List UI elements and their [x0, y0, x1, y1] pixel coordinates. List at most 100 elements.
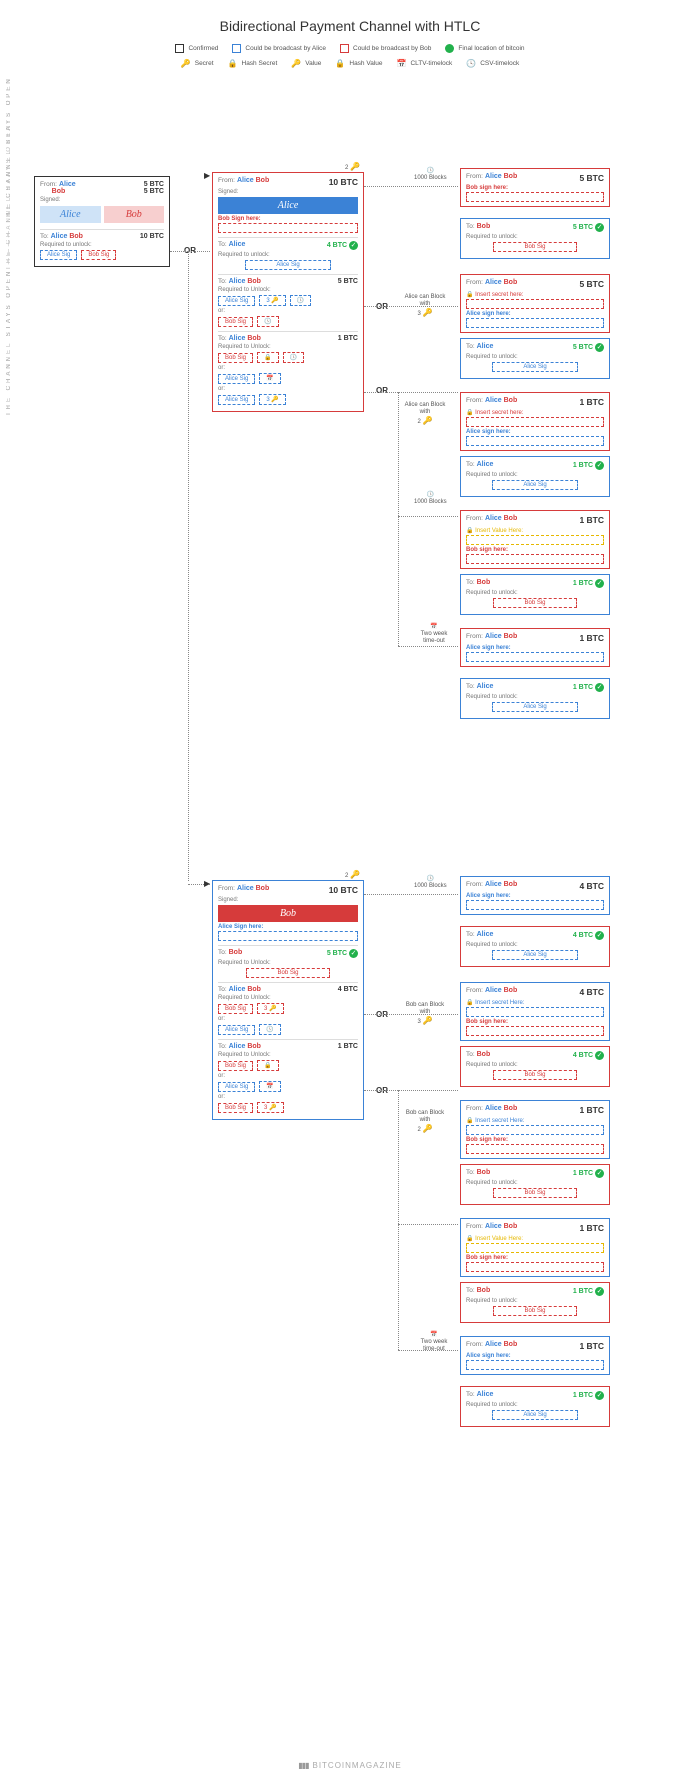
- bob-sig-banner: Bob: [218, 905, 358, 922]
- alice-sig-pill: Alice Sig: [218, 296, 255, 306]
- secret-slot: [466, 417, 604, 427]
- bob-sig-pill: Bob Sig: [493, 242, 576, 252]
- btc-amount: 5 BTC: [338, 278, 358, 285]
- check-icon: ✓: [595, 579, 604, 588]
- legend-value: Value: [305, 60, 321, 67]
- to-name: Alice: [477, 461, 494, 468]
- btc-amount: 5 BTC: [579, 279, 604, 289]
- or-connector: OR: [376, 386, 388, 395]
- from-bob: Bob: [504, 279, 518, 286]
- alice-sig-pill: Alice Sig: [492, 480, 577, 490]
- btc-amount: 5 BTC: [579, 173, 604, 183]
- key-icon: 🔑: [291, 59, 301, 68]
- from-alice: Alice: [485, 987, 502, 994]
- key-number: 2: [345, 165, 348, 171]
- key-icon: 🔑: [423, 308, 433, 317]
- check-icon: ✓: [595, 461, 604, 470]
- to-name: Alice: [477, 343, 494, 350]
- right-card-out: To: Alice1 BTC ✓ Required to unlock: Ali…: [460, 1386, 610, 1427]
- to-label: To:: [466, 343, 475, 350]
- btc-amount: 10 BTC: [329, 177, 358, 187]
- calendar-pill: 📅: [259, 373, 280, 384]
- bob-sign-here: Bob sign here:: [466, 185, 604, 191]
- secret-slot: [466, 1125, 604, 1135]
- clock-pill: 🕓: [257, 316, 278, 327]
- sign-slot: [466, 436, 604, 446]
- check-icon: ✓: [595, 931, 604, 940]
- right-card-out: To: Bob1 BTC ✓ Required to unlock: Bob S…: [460, 574, 610, 615]
- alice-sig-pill: Alice Sig: [492, 702, 577, 712]
- from-label: From:: [218, 177, 235, 184]
- two-week-annot: Two week time-out: [421, 631, 448, 644]
- bob-sig-pill: Bob Sig: [218, 317, 253, 327]
- alice-sig-pill: Alice Sig: [492, 362, 577, 372]
- right-card-out: To: Bob1 BTC ✓ Required to unlock: Bob S…: [460, 1164, 610, 1205]
- key-number: 2: [345, 873, 348, 879]
- from-label: From:: [466, 1105, 483, 1112]
- btc-amount: 1 BTC: [573, 1170, 593, 1177]
- req-unlock-label: Required to unlock:: [466, 1062, 604, 1068]
- to-label: To:: [466, 683, 475, 690]
- lock-icon: 🔒: [335, 59, 345, 68]
- blocks-annotation: 1000 Blocks: [414, 499, 447, 505]
- req-unlock-label: Required to unlock:: [466, 590, 604, 596]
- lock-icon: 🔒: [466, 1000, 473, 1006]
- lock-icon: 🔒: [466, 410, 473, 416]
- clock-pill: 🕓: [290, 295, 311, 306]
- btc-amount: 4 BTC: [579, 987, 604, 997]
- btc-amount: 1 BTC: [338, 1043, 358, 1050]
- alice-sig-pill: Alice Sig: [218, 395, 255, 405]
- to-bob: Bob: [247, 335, 261, 342]
- sign-slot: [466, 192, 604, 202]
- alice-sign-here: Alice sign here:: [466, 893, 604, 899]
- bob-sign-slot: [218, 223, 358, 233]
- alice-sig-pill: Alice Sig: [218, 1082, 255, 1092]
- alice-sign-here: Alice sign here:: [466, 1353, 604, 1359]
- right-card: From: Alice Bob4 BTC Alice sign here:: [460, 876, 610, 915]
- key-icon: 🔑: [350, 870, 360, 879]
- check-icon: ✓: [595, 683, 604, 692]
- right-card: From: Alice Bob1 BTC Alice sign here:: [460, 1336, 610, 1375]
- check-icon: ✓: [595, 1391, 604, 1400]
- to-bob: Bob: [69, 233, 83, 240]
- check-icon: ✓: [595, 1287, 604, 1296]
- from-bob: Bob: [504, 633, 518, 640]
- alice-sign-slot: [218, 931, 358, 941]
- from-alice: Alice: [485, 1341, 502, 1348]
- req-unlock-label: Required to unlock:: [466, 472, 604, 478]
- from-bob: Bob: [504, 515, 518, 522]
- from-bob: Bob: [256, 885, 270, 892]
- legend-confirmed: Confirmed: [188, 45, 218, 52]
- from-alice: Alice: [59, 181, 76, 188]
- to-label: To:: [218, 986, 227, 993]
- from-alice: Alice: [485, 515, 502, 522]
- or-label: or:: [218, 386, 358, 392]
- bob-sign-here: Bob sign here:: [466, 1255, 604, 1261]
- key-icon: 🔑: [350, 162, 360, 171]
- to-label: To:: [466, 223, 475, 230]
- legend-csv: CSV-timelock: [480, 60, 519, 67]
- req-unlock-label: Required to Unlock:: [218, 1052, 358, 1058]
- from-alice: Alice: [485, 633, 502, 640]
- key-icon: 🔑: [423, 1016, 433, 1025]
- req-unlock-label: Required to unlock:: [218, 252, 358, 258]
- to-label: To:: [218, 949, 227, 956]
- footer: ▮▮▮BITCOINMAGAZINE: [0, 1761, 700, 1770]
- diagram-canvas: THE CHANNEL STAYS OPEN ———— THE CHANNEL …: [0, 76, 700, 1776]
- req-unlock-label: Required to unlock:: [466, 942, 604, 948]
- clock-pill: 🕓: [283, 352, 304, 363]
- key-icon: 🔑: [423, 1124, 433, 1133]
- legend-bob-broadcast: Could be broadcast by Bob: [353, 45, 431, 52]
- from-alice: Alice: [485, 1223, 502, 1230]
- btc-amount: 1 BTC: [573, 1392, 593, 1399]
- key-number: 2: [418, 1127, 421, 1133]
- btc-amount: 4 BTC: [573, 1052, 593, 1059]
- btc-amount: 5 BTC: [327, 950, 347, 957]
- btc-amount: 1 BTC: [573, 580, 593, 587]
- req-unlock-label: Required to unlock:: [466, 354, 604, 360]
- bob-sig-pill: Bob Sig: [493, 1070, 576, 1080]
- bob-sign-here: Bob sign here:: [466, 1019, 604, 1025]
- req-unlock-label: Required to unlock:: [466, 694, 604, 700]
- key-number: 3: [418, 1019, 421, 1025]
- sign-slot: [466, 318, 604, 328]
